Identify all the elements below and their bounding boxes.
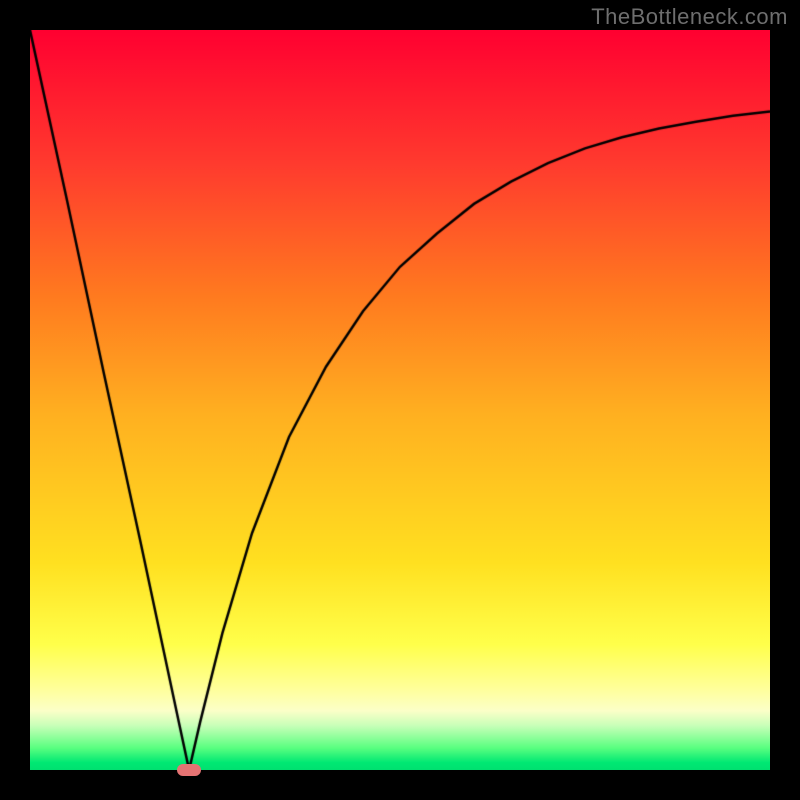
plot-area xyxy=(30,30,770,770)
chart-frame: TheBottleneck.com xyxy=(0,0,800,800)
bottleneck-curve xyxy=(30,30,770,770)
minimum-marker xyxy=(177,764,201,776)
watermark-text: TheBottleneck.com xyxy=(591,4,788,30)
